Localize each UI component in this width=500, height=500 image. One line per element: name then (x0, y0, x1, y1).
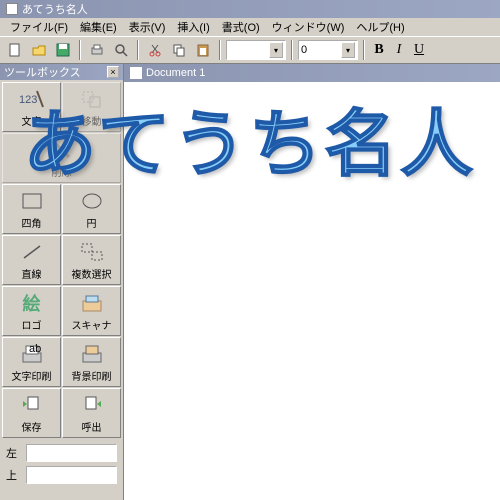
menu-bar: ファイル(F) 編集(E) 表示(V) 挿入(I) 書式(O) ウィンドウ(W)… (0, 18, 500, 36)
document-canvas[interactable] (124, 82, 500, 500)
line-icon (18, 240, 46, 264)
preview-button[interactable] (110, 39, 132, 61)
svg-text:123: 123 (19, 94, 37, 106)
tool-save[interactable]: 保存 (2, 388, 61, 438)
move-icon (78, 87, 106, 111)
italic-button[interactable]: I (390, 40, 408, 60)
tool-move[interactable]: 移動 (62, 82, 121, 132)
bold-button[interactable]: B (370, 40, 388, 60)
left-input[interactable] (26, 444, 117, 462)
copy-button[interactable] (168, 39, 190, 61)
textprint-icon: ab (18, 342, 46, 366)
cut-button[interactable] (144, 39, 166, 61)
separator (79, 40, 81, 60)
multiselect-icon (78, 240, 106, 264)
document-title-bar: Document 1 (124, 64, 500, 82)
new-button[interactable] (4, 39, 26, 61)
save-icon (18, 393, 46, 417)
document-icon (130, 67, 142, 79)
chevron-down-icon: ▾ (269, 42, 283, 58)
tool-bgprint[interactable]: 背景印刷 (62, 337, 121, 387)
close-icon[interactable]: × (107, 66, 119, 78)
left-label: 左 (6, 445, 22, 461)
document-area: Document 1 (124, 64, 500, 500)
bgprint-icon (78, 342, 106, 366)
menu-format[interactable]: 書式(O) (216, 18, 266, 36)
svg-text:ab: ab (29, 344, 41, 355)
chevron-down-icon: ▾ (341, 42, 355, 58)
toolbox-footer: 左 上 (0, 440, 123, 488)
tool-delete[interactable]: 削除 (2, 133, 121, 183)
separator (219, 40, 221, 60)
delete-icon (48, 138, 76, 162)
document-title: Document 1 (146, 67, 205, 79)
open-button[interactable] (28, 39, 50, 61)
save-button[interactable] (52, 39, 74, 61)
tool-textprint[interactable]: ab文字印刷 (2, 337, 61, 387)
menu-window[interactable]: ウィンドウ(W) (266, 18, 351, 36)
tool-multiselect[interactable]: 複数選択 (62, 235, 121, 285)
menu-insert[interactable]: 挿入(I) (171, 18, 215, 36)
toolbox-title-bar: ツールボックス × (0, 64, 123, 80)
menu-view[interactable]: 表示(V) (123, 18, 172, 36)
toolbar: ▾ 0▾ B I U (0, 36, 500, 64)
menu-help[interactable]: ヘルプ(H) (350, 18, 410, 36)
tool-scanner[interactable]: スキャナ (62, 286, 121, 336)
workspace: ツールボックス × 123文字 移動 削除 四角 円 直線 複数選択 絵ロゴ ス… (0, 64, 500, 500)
tool-logo[interactable]: 絵ロゴ (2, 286, 61, 336)
load-icon (78, 393, 106, 417)
separator (137, 40, 139, 60)
logo-icon: 絵 (18, 291, 46, 315)
separator (363, 40, 365, 60)
app-icon (6, 3, 18, 15)
scanner-icon (78, 291, 106, 315)
menu-file[interactable]: ファイル(F) (4, 18, 74, 36)
print-button[interactable] (86, 39, 108, 61)
toolbox-title: ツールボックス (4, 64, 81, 80)
toolbox-panel: ツールボックス × 123文字 移動 削除 四角 円 直線 複数選択 絵ロゴ ス… (0, 64, 124, 500)
tool-line[interactable]: 直線 (2, 235, 61, 285)
top-label: 上 (6, 467, 22, 483)
text-icon: 123 (18, 87, 46, 111)
tool-circle[interactable]: 円 (62, 184, 121, 234)
separator (291, 40, 293, 60)
top-input[interactable] (26, 466, 117, 484)
underline-button[interactable]: U (410, 40, 428, 60)
square-icon (18, 189, 46, 213)
paste-button[interactable] (192, 39, 214, 61)
tool-load[interactable]: 呼出 (62, 388, 121, 438)
font-combo[interactable]: ▾ (226, 40, 286, 60)
app-title: あてうち名人 (22, 1, 88, 17)
tool-rect[interactable]: 四角 (2, 184, 61, 234)
menu-edit[interactable]: 編集(E) (74, 18, 123, 36)
circle-icon (78, 189, 106, 213)
size-combo[interactable]: 0▾ (298, 40, 358, 60)
toolbox-grid: 123文字 移動 削除 四角 円 直線 複数選択 絵ロゴ スキャナ ab文字印刷… (0, 80, 123, 440)
tool-text[interactable]: 123文字 (2, 82, 61, 132)
title-bar: あてうち名人 (0, 0, 500, 18)
